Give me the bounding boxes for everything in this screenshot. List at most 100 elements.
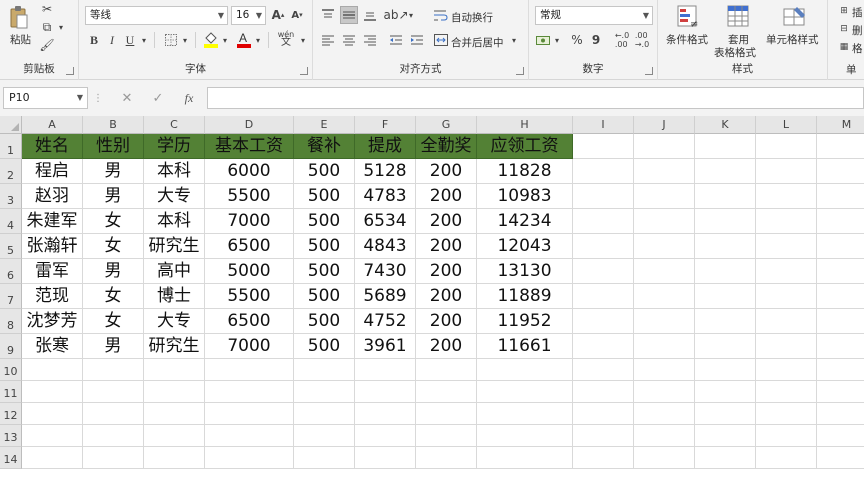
cell-b5[interactable]: 女 <box>83 234 144 259</box>
cell-l7[interactable] <box>756 284 817 309</box>
cell-styles-button[interactable]: 单元格样式 <box>766 32 819 47</box>
cell-g5[interactable]: 200 <box>416 234 477 259</box>
cell-a3[interactable]: 赵羽 <box>22 184 83 209</box>
cell-a7[interactable]: 范现 <box>22 284 83 309</box>
cell-c2[interactable]: 本科 <box>144 159 205 184</box>
more-options-icon[interactable]: ⋮ <box>93 90 103 106</box>
cell-b8[interactable]: 女 <box>83 309 144 334</box>
column-header-c[interactable]: C <box>144 116 205 134</box>
delete-cells-icon[interactable]: ⊟ <box>838 22 850 36</box>
cell-l1[interactable] <box>756 134 817 159</box>
cell-h6[interactable]: 13130 <box>477 259 573 284</box>
insert-cells-icon[interactable]: ⊞ <box>838 4 850 18</box>
cell-g6[interactable]: 200 <box>416 259 477 284</box>
font-launcher-icon[interactable] <box>300 67 308 75</box>
cell-k14[interactable] <box>695 447 756 469</box>
cell-l13[interactable] <box>756 425 817 447</box>
cell-b13[interactable] <box>83 425 144 447</box>
cell-d14[interactable] <box>205 447 294 469</box>
cell-c1[interactable]: 学历 <box>144 134 205 159</box>
column-header-d[interactable]: D <box>205 116 294 134</box>
cell-k6[interactable] <box>695 259 756 284</box>
format-as-table-icon[interactable] <box>726 4 752 30</box>
cell-b3[interactable]: 男 <box>83 184 144 209</box>
cell-d2[interactable]: 6000 <box>205 159 294 184</box>
font-color-icon[interactable]: A <box>236 30 252 48</box>
cell-j12[interactable] <box>634 403 695 425</box>
cell-l4[interactable] <box>756 209 817 234</box>
cell-e14[interactable] <box>294 447 355 469</box>
cell-g7[interactable]: 200 <box>416 284 477 309</box>
cell-d10[interactable] <box>205 359 294 381</box>
underline-button[interactable]: U <box>123 32 137 48</box>
cell-i3[interactable] <box>573 184 634 209</box>
row-header-5[interactable]: 5 <box>0 234 22 259</box>
cell-j7[interactable] <box>634 284 695 309</box>
column-header-g[interactable]: G <box>416 116 477 134</box>
align-top-icon[interactable] <box>319 6 337 24</box>
cell-h9[interactable]: 11661 <box>477 334 573 359</box>
row-header-6[interactable]: 6 <box>0 259 22 284</box>
cell-a13[interactable] <box>22 425 83 447</box>
column-header-h[interactable]: H <box>477 116 573 134</box>
number-format-select[interactable]: 常规 ▼ <box>535 6 653 25</box>
row-header-1[interactable]: 1 <box>0 134 22 159</box>
row-header-4[interactable]: 4 <box>0 209 22 234</box>
cell-m13[interactable] <box>817 425 864 447</box>
row-header-7[interactable]: 7 <box>0 284 22 309</box>
cell-b2[interactable]: 男 <box>83 159 144 184</box>
cell-k9[interactable] <box>695 334 756 359</box>
cell-e12[interactable] <box>294 403 355 425</box>
format-as-table-button-line2[interactable]: 表格格式 <box>714 45 756 60</box>
cell-m5[interactable] <box>817 234 864 259</box>
cell-e7[interactable]: 500 <box>294 284 355 309</box>
cell-c7[interactable]: 博士 <box>144 284 205 309</box>
cell-k13[interactable] <box>695 425 756 447</box>
cell-j2[interactable] <box>634 159 695 184</box>
cell-i10[interactable] <box>573 359 634 381</box>
cell-h10[interactable] <box>477 359 573 381</box>
cell-a8[interactable]: 沈梦芳 <box>22 309 83 334</box>
cell-d1[interactable]: 基本工资 <box>205 134 294 159</box>
align-bottom-icon[interactable] <box>361 6 379 24</box>
cell-k7[interactable] <box>695 284 756 309</box>
cell-h7[interactable]: 11889 <box>477 284 573 309</box>
cell-j13[interactable] <box>634 425 695 447</box>
cell-e11[interactable] <box>294 381 355 403</box>
enter-icon[interactable]: ✓ <box>149 89 167 107</box>
border-dropdown-icon[interactable]: ▾ <box>180 32 190 48</box>
cell-l2[interactable] <box>756 159 817 184</box>
select-all-corner[interactable] <box>0 116 22 134</box>
insert-function-button[interactable]: fx <box>180 89 198 107</box>
cell-m7[interactable] <box>817 284 864 309</box>
cell-h13[interactable] <box>477 425 573 447</box>
cell-b10[interactable] <box>83 359 144 381</box>
cell-j4[interactable] <box>634 209 695 234</box>
cell-e5[interactable]: 500 <box>294 234 355 259</box>
merge-center-button[interactable]: 合并后居中 <box>451 35 504 50</box>
cell-j6[interactable] <box>634 259 695 284</box>
cell-e9[interactable]: 500 <box>294 334 355 359</box>
cell-c5[interactable]: 研究生 <box>144 234 205 259</box>
formula-input[interactable] <box>207 87 864 109</box>
cell-i2[interactable] <box>573 159 634 184</box>
cancel-icon[interactable]: ✕ <box>118 89 136 107</box>
align-middle-icon[interactable] <box>340 6 358 24</box>
cell-a12[interactable] <box>22 403 83 425</box>
font-size-select[interactable]: 16 ▼ <box>231 6 266 25</box>
cell-c11[interactable] <box>144 381 205 403</box>
phonetic-dropdown-icon[interactable]: ▾ <box>298 32 308 48</box>
column-header-j[interactable]: J <box>634 116 695 134</box>
cell-a1[interactable]: 姓名 <box>22 134 83 159</box>
comma-style-button[interactable]: 9 <box>589 32 603 48</box>
cell-m6[interactable] <box>817 259 864 284</box>
cell-f1[interactable]: 提成 <box>355 134 416 159</box>
cell-c4[interactable]: 本科 <box>144 209 205 234</box>
cell-d6[interactable]: 5000 <box>205 259 294 284</box>
cell-k5[interactable] <box>695 234 756 259</box>
cell-g14[interactable] <box>416 447 477 469</box>
cell-m8[interactable] <box>817 309 864 334</box>
cell-e8[interactable]: 500 <box>294 309 355 334</box>
column-header-k[interactable]: K <box>695 116 756 134</box>
cell-m2[interactable] <box>817 159 864 184</box>
